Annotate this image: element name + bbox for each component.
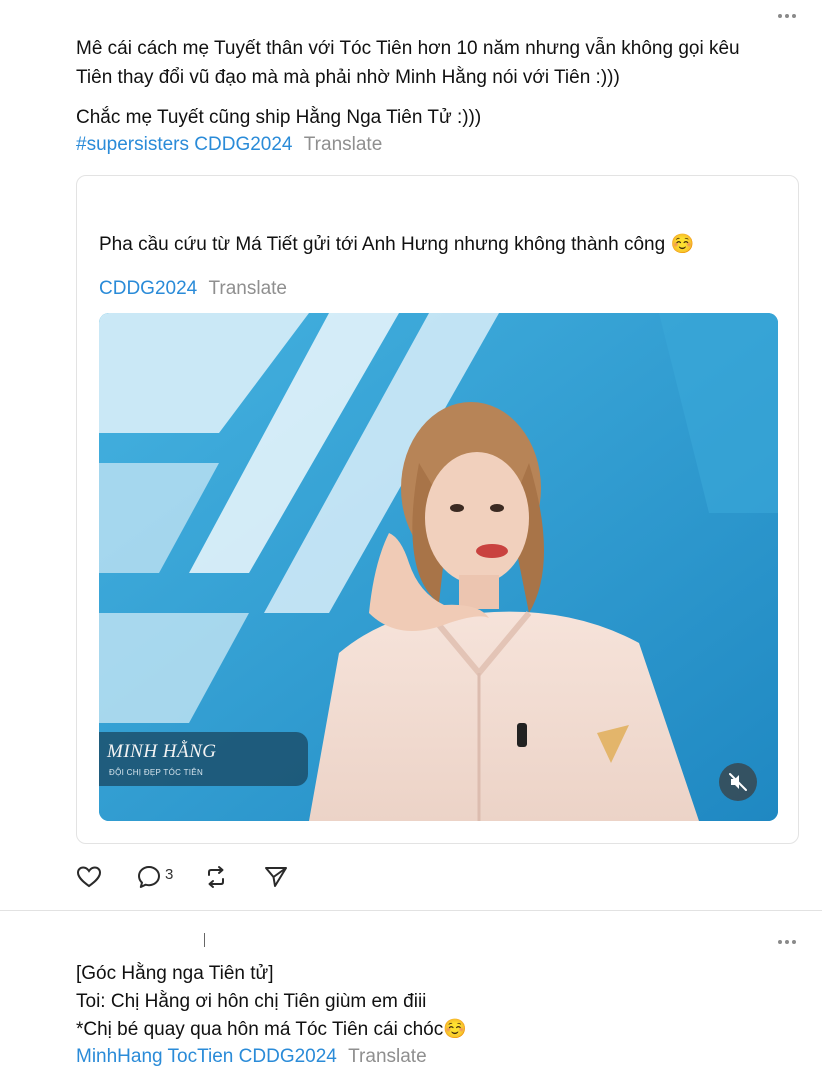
quoted-post-text: Pha cầu cứu từ Má Tiết gửi tới Anh Hưng … xyxy=(99,234,695,255)
tag-supersisters[interactable]: #supersisters xyxy=(76,134,189,155)
dot-icon xyxy=(785,940,789,944)
translate-link[interactable]: Translate xyxy=(348,1046,427,1067)
dot-icon xyxy=(778,940,782,944)
post-text-line-3: Chắc mẹ Tuyết cũng ship Hằng Nga Tiên Tử… xyxy=(76,107,482,128)
reply-text: [Góc Hằng nga Tiên tử] Toi: Chị Hằng ơi … xyxy=(76,960,467,1044)
dot-icon xyxy=(785,14,789,18)
post-text-line-2: Tiên thay đổi vũ đạo mà mà phải nhờ Minh… xyxy=(76,67,620,88)
dot-icon xyxy=(778,14,782,18)
post-divider xyxy=(0,910,822,911)
separator-mark xyxy=(204,933,205,947)
speaker-muted-icon xyxy=(729,773,747,791)
video-player[interactable]: MINH HẰNG ĐỘI CHỊ ĐẸP TÓC TIÊN xyxy=(99,313,778,821)
share-button[interactable] xyxy=(263,864,289,890)
reply-text-line-1: [Góc Hằng nga Tiên tử] xyxy=(76,963,274,984)
comment-count: 3 xyxy=(165,865,174,883)
tag-toctien[interactable]: TocTien xyxy=(168,1046,234,1067)
dot-icon xyxy=(792,940,796,944)
overlay-name: MINH HẰNG xyxy=(107,741,217,762)
heart-icon xyxy=(76,866,102,888)
name-lower-third: MINH HẰNG ĐỘI CHỊ ĐẸP TÓC TIÊN xyxy=(99,732,308,786)
translate-link[interactable]: Translate xyxy=(304,134,383,155)
repost-icon xyxy=(208,866,225,888)
dot-icon xyxy=(792,14,796,18)
reply-tags: MinhHang TocTien CDDG2024 Translate xyxy=(76,1044,427,1070)
tag-cddg2024[interactable]: CDDG2024 xyxy=(99,278,197,299)
reply-more-options-button[interactable] xyxy=(778,940,796,944)
repost-button[interactable] xyxy=(203,864,229,890)
reply-text-line-2: Toi: Chị Hằng ơi hôn chị Tiên giùm em đi… xyxy=(76,991,427,1012)
tag-cddg2024[interactable]: CDDG2024 xyxy=(194,134,292,155)
post-text-line-1: Mê cái cách mẹ Tuyết thân với Tóc Tiên h… xyxy=(76,38,740,59)
quoted-post-tags: CDDG2024 Translate xyxy=(99,276,287,302)
tag-cddg2024[interactable]: CDDG2024 xyxy=(239,1046,337,1067)
reply-text-line-3: *Chị bé quay qua hôn má Tóc Tiên cái chó… xyxy=(76,1019,467,1040)
send-icon xyxy=(265,867,288,887)
comment-button[interactable]: 3 xyxy=(136,864,173,890)
like-button[interactable] xyxy=(76,865,102,889)
overlay-subtitle: ĐỘI CHỊ ĐẸP TÓC TIÊN xyxy=(109,768,204,777)
mute-button[interactable] xyxy=(719,763,757,801)
action-bar: 3 xyxy=(76,862,309,892)
post-tags: #supersisters CDDG2024 Translate xyxy=(76,132,382,158)
quoted-post-card[interactable]: Pha cầu cứu từ Má Tiết gửi tới Anh Hưng … xyxy=(76,175,799,844)
post-more-options-button[interactable] xyxy=(778,14,796,18)
tag-minhhang[interactable]: MinhHang xyxy=(76,1046,163,1067)
comment-icon xyxy=(138,866,160,888)
translate-link[interactable]: Translate xyxy=(209,278,288,299)
